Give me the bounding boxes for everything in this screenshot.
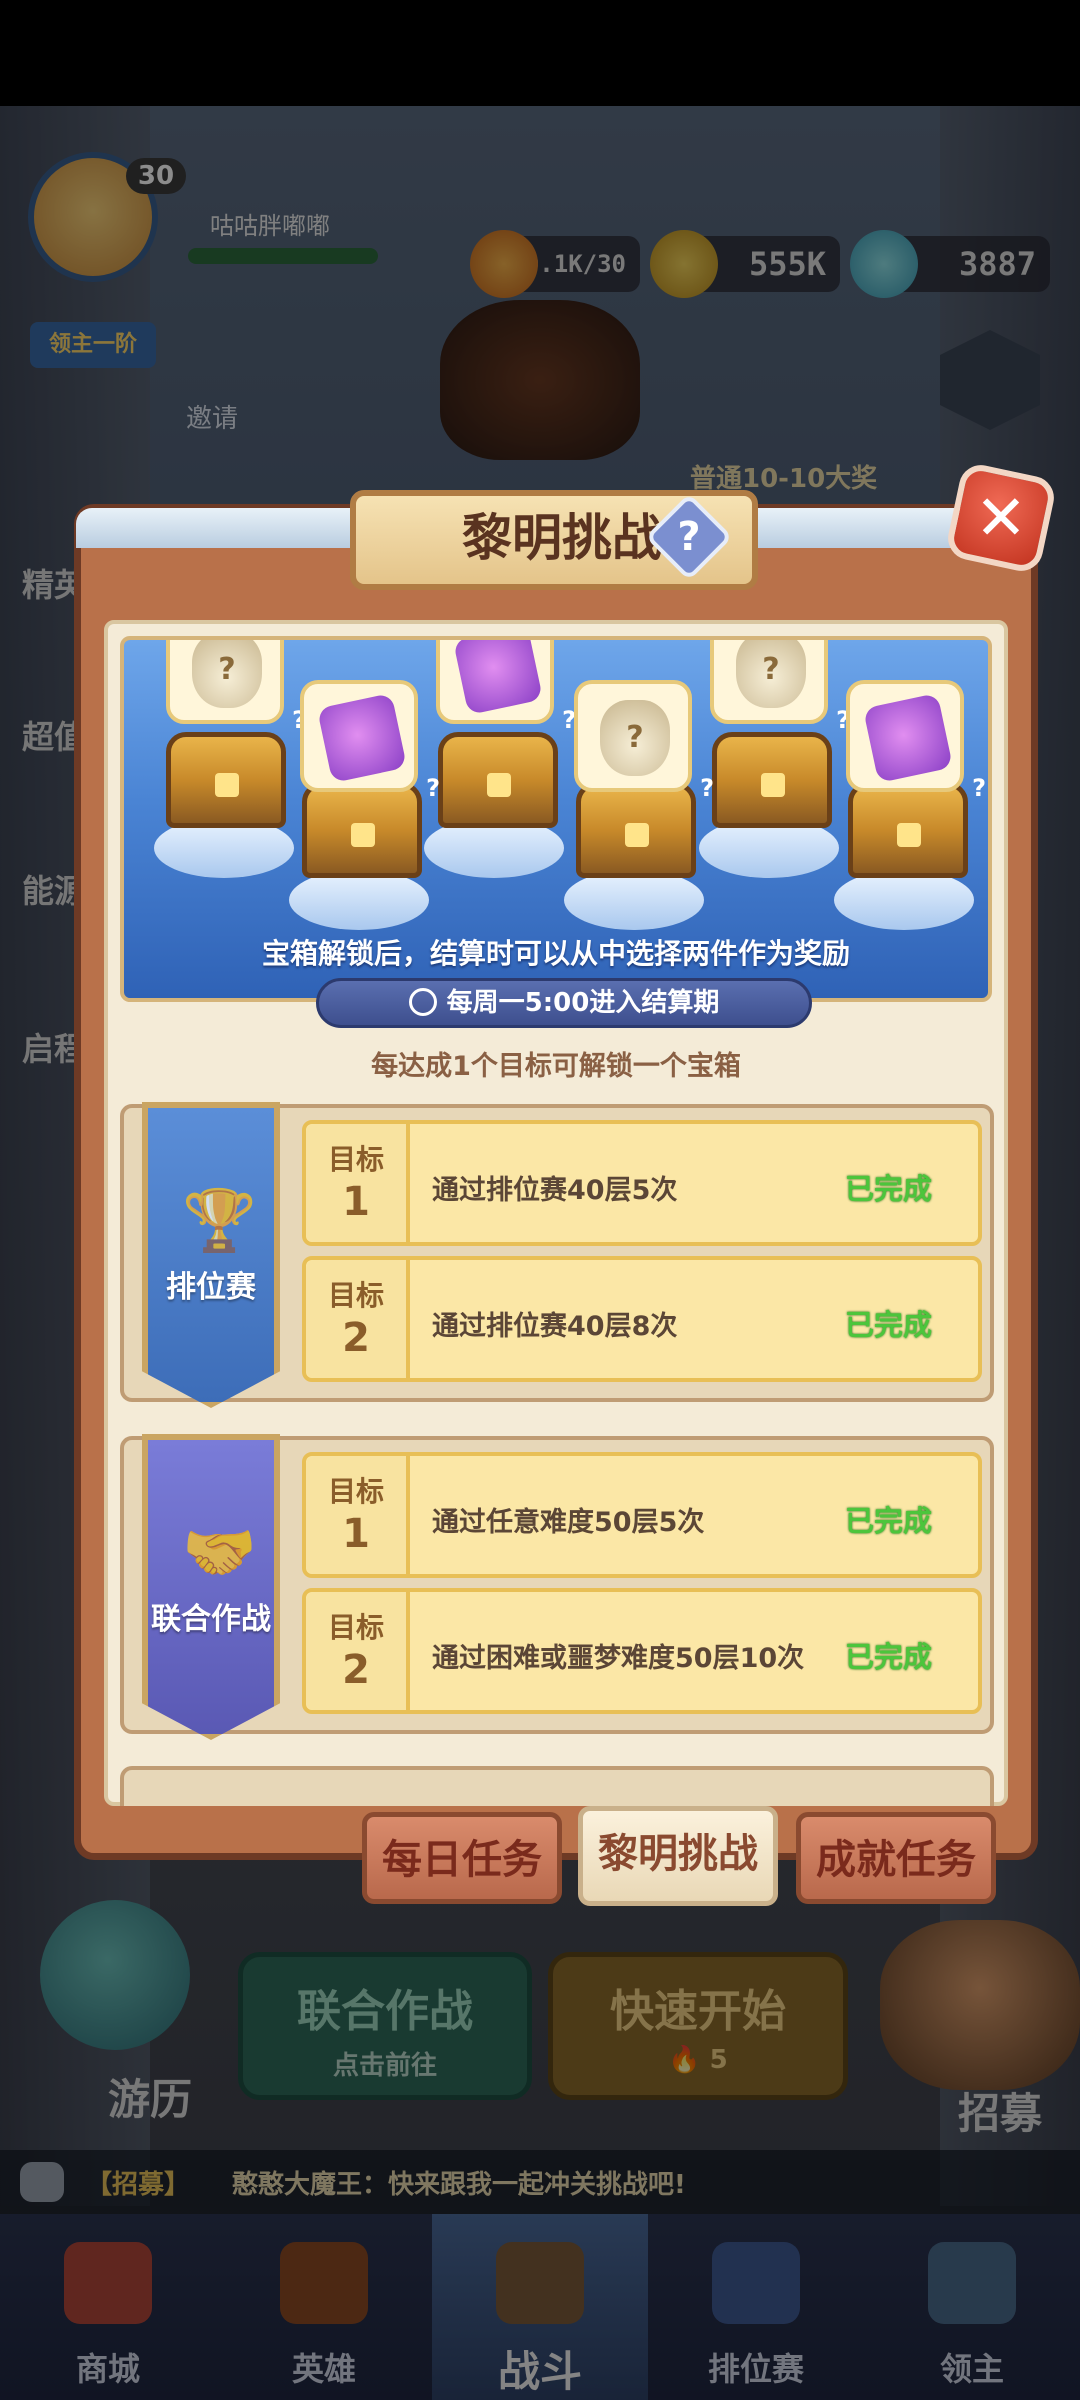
goal-description: 通过任意难度50层5次 xyxy=(432,1507,705,1538)
unknown-mark: ? xyxy=(972,774,986,802)
close-icon: ✕ xyxy=(975,481,1027,554)
treasure-chest-4[interactable] xyxy=(576,782,696,878)
unknown-mark: ? xyxy=(426,774,440,802)
ice-floe xyxy=(289,870,429,930)
unlock-hint: 每达成1个目标可解锁一个宝箱 xyxy=(371,1051,741,1082)
handshake-icon: 🤝 xyxy=(182,1518,257,1588)
goal-status: 已完成 xyxy=(844,1172,932,1206)
goal-tag: 目标 2 xyxy=(306,1260,410,1378)
goal-tag-label: 目标 xyxy=(327,1475,384,1508)
goal-row: 目标 1 通过任意难度50层5次 已完成 xyxy=(302,1452,982,1578)
reward-bubble-2[interactable]: ? xyxy=(300,680,440,802)
close-button[interactable]: ✕ xyxy=(944,461,1058,575)
puzzle-piece-icon xyxy=(452,640,544,716)
loot-bag-icon: ? xyxy=(192,640,262,708)
unknown-mark: ? xyxy=(700,774,714,802)
reward-bubble-6[interactable]: ? xyxy=(846,680,986,802)
treasure-chest-5[interactable] xyxy=(712,732,832,828)
reward-chest-banner: ? ? ? ? ? ? ? ? ? 宝箱解锁后，结算时可以从中选择两件作为奖励 xyxy=(120,636,992,1002)
treasure-chest-3[interactable] xyxy=(438,732,558,828)
reward-bubble-5[interactable]: ? ? xyxy=(710,640,850,734)
reward-bubble-4[interactable]: ? ? xyxy=(574,680,714,802)
goal-number: 2 xyxy=(342,1647,370,1693)
loot-bag-icon: ? xyxy=(736,640,806,708)
goal-status: 已完成 xyxy=(844,1640,932,1674)
goal-number: 1 xyxy=(342,1179,370,1225)
modal-title: 黎明挑战 xyxy=(462,509,662,567)
goal-status: 已完成 xyxy=(844,1504,932,1538)
ice-floe xyxy=(564,870,704,930)
game-screen: 30 领主一阶 咕咕胖嘟嘟 邀请 10.1K/30 555K 3887 普通10… xyxy=(0,0,1080,2400)
goal-group-partial xyxy=(120,1766,994,1806)
treasure-chest-6[interactable] xyxy=(848,782,968,878)
tab-achievements[interactable]: 成就任务 xyxy=(796,1812,996,1904)
goal-status: 已完成 xyxy=(844,1308,932,1342)
loot-bag-icon: ? xyxy=(600,700,670,776)
goal-tag-label: 目标 xyxy=(327,1143,384,1176)
ribbon-ranked: 🏆 排位赛 xyxy=(142,1102,280,1408)
ribbon-coop: 🤝 联合作战 xyxy=(142,1434,280,1740)
treasure-chest-1[interactable] xyxy=(166,732,286,828)
group-label: 排位赛 xyxy=(166,1270,256,1305)
puzzle-piece-icon xyxy=(862,692,954,784)
goal-row: 目标 1 通过排位赛40层5次 已完成 xyxy=(302,1120,982,1246)
goal-group-coop: 🤝 联合作战 目标 1 通过任意难度50层5次 已完成 目标 2 通过困难或噩梦… xyxy=(120,1434,994,1740)
stopwatch-icon xyxy=(408,987,437,1016)
reward-bubble-1[interactable]: ? ? xyxy=(166,640,306,734)
goal-tag: 目标 2 xyxy=(306,1592,410,1710)
goal-description: 通过困难或噩梦难度50层10次 xyxy=(432,1643,805,1674)
settlement-period-pill: 每周一5:00进入结算期 xyxy=(316,978,812,1028)
goal-row: 目标 2 通过困难或噩梦难度50层10次 已完成 xyxy=(302,1588,982,1714)
tab-daily-tasks[interactable]: 每日任务 xyxy=(362,1812,562,1904)
trophy-icon: 🏆 xyxy=(182,1186,257,1256)
goal-group-ranked: 🏆 排位赛 目标 1 通过排位赛40层5次 已完成 目标 2 通过排位赛40层8… xyxy=(120,1102,994,1408)
banner-description: 宝箱解锁后，结算时可以从中选择两件作为奖励 xyxy=(261,937,850,970)
tab-dawn-challenge[interactable]: 黎明挑战 xyxy=(578,1806,778,1906)
goal-tag: 目标 1 xyxy=(306,1124,410,1242)
goal-tag: 目标 1 xyxy=(306,1456,410,1574)
reward-bubble-3[interactable]: ? xyxy=(436,640,576,734)
treasure-chest-2[interactable] xyxy=(302,782,422,878)
question-mark-icon: ? xyxy=(677,514,701,560)
ice-floe xyxy=(834,870,974,930)
group-label: 联合作战 xyxy=(151,1602,271,1637)
goal-tag-label: 目标 xyxy=(327,1611,384,1644)
goal-tag-label: 目标 xyxy=(327,1279,384,1312)
goal-number: 1 xyxy=(342,1511,370,1557)
goal-description: 通过排位赛40层5次 xyxy=(432,1175,678,1206)
goal-row: 目标 2 通过排位赛40层8次 已完成 xyxy=(302,1256,982,1382)
settlement-period-text: 每周一5:00进入结算期 xyxy=(446,988,720,1018)
goal-number: 2 xyxy=(342,1315,370,1361)
goal-description: 通过排位赛40层8次 xyxy=(432,1311,678,1342)
puzzle-piece-icon xyxy=(316,692,408,784)
